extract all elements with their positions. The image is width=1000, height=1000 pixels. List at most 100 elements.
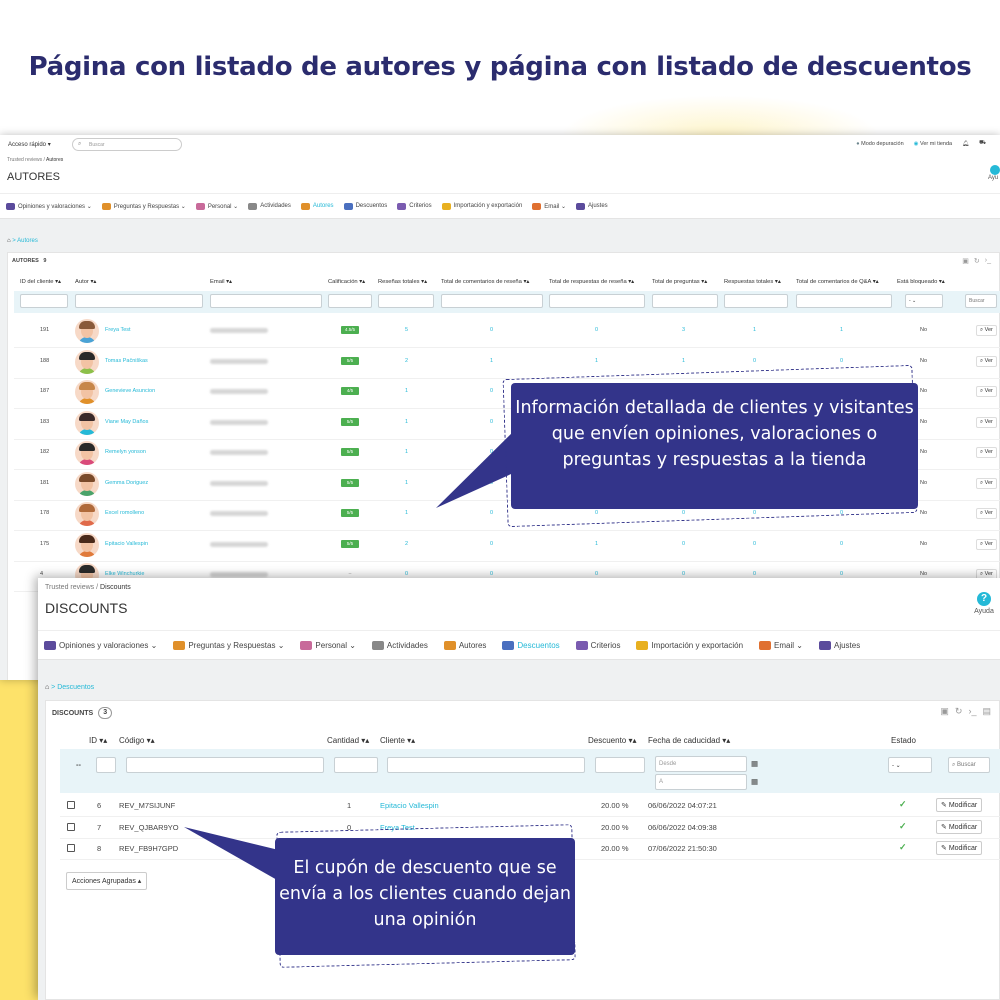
rev-comments-link[interactable]: 0 xyxy=(490,510,493,516)
view-store-link[interactable]: ◉ Ver mi tienda xyxy=(914,141,952,147)
author-name-link[interactable]: Gemma Doriguez xyxy=(105,480,148,486)
refresh-icon[interactable]: ↻ xyxy=(955,706,963,717)
filter-input[interactable] xyxy=(441,294,543,308)
search-button[interactable]: ⌕ Buscar xyxy=(948,757,990,773)
questions-link[interactable]: 0 xyxy=(682,571,685,577)
tab-9[interactable]: Ajustes xyxy=(576,202,608,210)
rev-comments-link[interactable]: 1 xyxy=(490,358,493,364)
filter-input[interactable] xyxy=(328,294,372,308)
quick-access-menu[interactable]: Acceso rápido ▾ xyxy=(8,141,51,148)
total-reviews-link[interactable]: 5 xyxy=(405,327,408,333)
tab-7[interactable]: Importación y exportación xyxy=(441,202,522,210)
bulk-actions-button[interactable]: Acciones Agrupadas ▴ xyxy=(66,872,148,890)
search-button[interactable]: Buscar xyxy=(965,294,997,308)
breadcrumb-root[interactable]: Trusted reviews xyxy=(45,584,94,591)
rev-answers-link[interactable]: 0 xyxy=(595,327,598,333)
help-button[interactable]: ? Ayuda xyxy=(972,592,996,615)
tab-3[interactable]: Actividades xyxy=(248,202,291,210)
tab-5[interactable]: Descuentos xyxy=(502,640,560,650)
filter-code-input[interactable] xyxy=(126,757,324,773)
questions-link[interactable]: 0 xyxy=(682,541,685,547)
view-button[interactable]: ⌕ Ver xyxy=(976,416,997,428)
column-header-9[interactable]: Total de comentarios de Q&A ▾▴ xyxy=(796,279,879,285)
total-reviews-link[interactable]: 1 xyxy=(405,449,408,455)
filter-id-input[interactable] xyxy=(96,757,116,773)
modify-button[interactable]: ✎ Modificar xyxy=(936,798,983,812)
rev-comments-link[interactable]: 0 xyxy=(490,541,493,547)
answers-link[interactable]: 1 xyxy=(753,327,756,333)
filter-quantity-input[interactable] xyxy=(334,757,378,773)
tab-0[interactable]: Opiniones y valoraciones ⌄ xyxy=(6,202,92,210)
rev-answers-link[interactable]: 0 xyxy=(595,571,598,577)
debug-mode-link[interactable]: ● Modo depuración xyxy=(856,141,903,147)
column-header-10[interactable]: Está bloqueado ▾▴ xyxy=(897,279,945,285)
rev-comments-link[interactable]: 0 xyxy=(490,327,493,333)
search-input[interactable]: ⌕ Buscar xyxy=(72,138,182,151)
rev-comments-link[interactable]: 0 xyxy=(490,480,493,486)
column-header-7[interactable]: Total de preguntas ▾▴ xyxy=(652,279,707,285)
filter-input[interactable] xyxy=(796,294,892,308)
total-reviews-link[interactable]: 2 xyxy=(405,541,408,547)
status-enabled-icon[interactable]: ✓ xyxy=(899,842,907,853)
row-checkbox[interactable] xyxy=(67,844,75,852)
modify-button[interactable]: ✎ Modificar xyxy=(936,819,983,834)
column-header-8[interactable]: Respuestas totales ▾▴ xyxy=(724,279,781,285)
status-enabled-icon[interactable]: ✓ xyxy=(899,799,907,810)
filter-input[interactable] xyxy=(724,294,788,308)
filter-input[interactable] xyxy=(75,294,203,308)
questions-link[interactable]: 3 xyxy=(682,327,685,333)
column-header-2[interactable]: Email ▾▴ xyxy=(210,279,232,285)
row-checkbox[interactable] xyxy=(67,801,75,809)
column-header-1[interactable]: Autor ▾▴ xyxy=(75,279,96,285)
column-header-5[interactable]: Fecha de caducidad ▾▴ xyxy=(648,736,730,745)
blocked-filter-select[interactable]: - ⌄ xyxy=(905,294,943,308)
answers-link[interactable]: 0 xyxy=(753,358,756,364)
tab-0[interactable]: Opiniones y valoraciones ⌄ xyxy=(44,640,157,650)
filter-input[interactable] xyxy=(378,294,434,308)
author-name-link[interactable]: Excel romolleno xyxy=(105,510,144,516)
tab-2[interactable]: Personal ⌄ xyxy=(195,202,238,210)
rev-answers-link[interactable]: 1 xyxy=(595,358,598,364)
tab-5[interactable]: Descuentos xyxy=(343,202,387,210)
column-header-3[interactable]: Calificación ▾▴ xyxy=(328,279,365,285)
total-reviews-link[interactable]: 2 xyxy=(405,358,408,364)
author-name-link[interactable]: Remelyn yonson xyxy=(105,449,146,455)
view-button[interactable]: ⌕ Ver xyxy=(976,355,997,367)
bell-icon[interactable]: 🔔︎ xyxy=(962,141,969,147)
database-icon[interactable]: ▤ xyxy=(982,706,991,717)
status-enabled-icon[interactable]: ✓ xyxy=(899,821,907,832)
column-header-4[interactable]: Descuento ▾▴ xyxy=(588,736,637,745)
export-icon[interactable]: ▣ xyxy=(962,257,969,265)
author-name-link[interactable]: Tomas Pačniškas xyxy=(105,358,148,364)
sql-icon[interactable]: ›_ xyxy=(985,257,991,265)
view-button[interactable]: ⌕ Ver xyxy=(976,508,997,519)
tab-8[interactable]: Email ⌄ xyxy=(759,640,803,650)
view-button[interactable]: ⌕ Ver xyxy=(976,538,997,550)
author-name-link[interactable]: Genevieve Asuncion xyxy=(105,388,155,394)
filter-date-to[interactable]: A xyxy=(655,774,747,790)
view-button[interactable]: ⌕ Ver xyxy=(976,447,997,458)
view-button[interactable]: ⌕ Ver xyxy=(976,325,997,336)
tab-4[interactable]: Autores xyxy=(443,640,486,650)
calendar-icon[interactable]: ▦ xyxy=(751,777,758,786)
answers-link[interactable]: 0 xyxy=(753,571,756,577)
view-button[interactable]: ⌕ Ver xyxy=(976,477,997,489)
total-reviews-link[interactable]: 1 xyxy=(405,388,408,394)
qa-comments-link[interactable]: 0 xyxy=(840,541,843,547)
cart-icon[interactable]: ⛟ xyxy=(979,140,986,147)
tab-1[interactable]: Preguntas y Respuestas ⌄ xyxy=(101,202,186,210)
breadcrumb-root[interactable]: Trusted reviews xyxy=(7,157,42,163)
tab-3[interactable]: Actividades xyxy=(371,640,428,650)
calendar-icon[interactable]: ▦ xyxy=(751,759,758,768)
author-name-link[interactable]: Freya Test xyxy=(105,327,131,333)
tab-2[interactable]: Personal ⌄ xyxy=(300,640,356,650)
column-header-0[interactable]: ID del cliente ▾▴ xyxy=(20,279,61,285)
column-header-5[interactable]: Total de comentarios de reseña ▾▴ xyxy=(441,279,529,285)
rev-comments-link[interactable]: 0 xyxy=(490,571,493,577)
rev-comments-link[interactable]: 0 xyxy=(490,449,493,455)
column-header-1[interactable]: Código ▾▴ xyxy=(119,736,155,745)
total-reviews-link[interactable]: 1 xyxy=(405,419,408,425)
tab-6[interactable]: Criterios xyxy=(575,640,620,650)
export-icon[interactable]: ▣ xyxy=(940,706,949,717)
column-header-2[interactable]: Cantidad ▾▴ xyxy=(327,736,369,745)
